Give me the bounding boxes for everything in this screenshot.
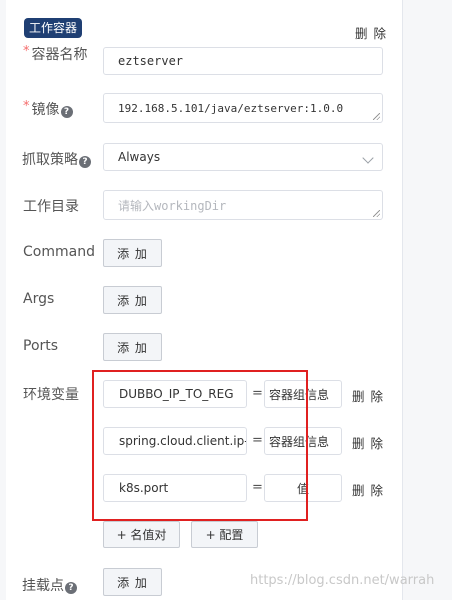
pull-policy-label: 抓取策略? (22, 149, 91, 169)
chevron-down-icon (362, 152, 374, 164)
pull-policy-select[interactable]: Always (103, 143, 383, 171)
command-label: Command (23, 244, 95, 260)
image-label: * 镜像? (23, 99, 73, 119)
help-icon[interactable]: ? (60, 106, 73, 118)
volumes-label: 挂载点? (22, 575, 77, 595)
section-title-tag: 工作容器 (24, 18, 82, 38)
add-volume-button[interactable]: 添 加 (103, 568, 162, 596)
add-args-button[interactable]: 添 加 (103, 286, 162, 314)
container-name-input[interactable]: eztserver (103, 47, 383, 75)
highlight-annotation-box (92, 370, 308, 521)
add-config-button[interactable]: + 配置 (191, 521, 258, 548)
image-input[interactable]: 192.168.5.101/java/eztserver:1.0.0 (103, 93, 383, 123)
env-delete-link[interactable]: 删 除 (352, 480, 384, 499)
help-icon[interactable]: ? (79, 156, 91, 168)
workdir-label: 工作目录 (23, 199, 79, 215)
name-label: * 容器名称 (23, 44, 88, 63)
resize-handle-icon[interactable] (373, 210, 380, 217)
add-ports-button[interactable]: 添 加 (103, 333, 162, 361)
env-delete-link[interactable]: 删 除 (352, 386, 384, 405)
args-label: Args (23, 291, 55, 307)
required-asterisk: * (23, 44, 30, 59)
watermark-text: https://blog.csdn.net/warrah (250, 573, 435, 588)
env-label: 环境变量 (23, 387, 79, 403)
env-delete-link[interactable]: 删 除 (352, 433, 384, 452)
workdir-input[interactable]: 请输入workingDir (103, 190, 383, 220)
help-icon[interactable]: ? (65, 582, 77, 594)
resize-handle-icon[interactable] (373, 113, 380, 120)
add-command-button[interactable]: 添 加 (103, 239, 162, 267)
required-asterisk: * (23, 99, 30, 114)
add-name-value-button[interactable]: + 名值对 (103, 521, 180, 548)
delete-container-link[interactable]: 删 除 (355, 23, 387, 42)
ports-label: Ports (23, 338, 59, 354)
